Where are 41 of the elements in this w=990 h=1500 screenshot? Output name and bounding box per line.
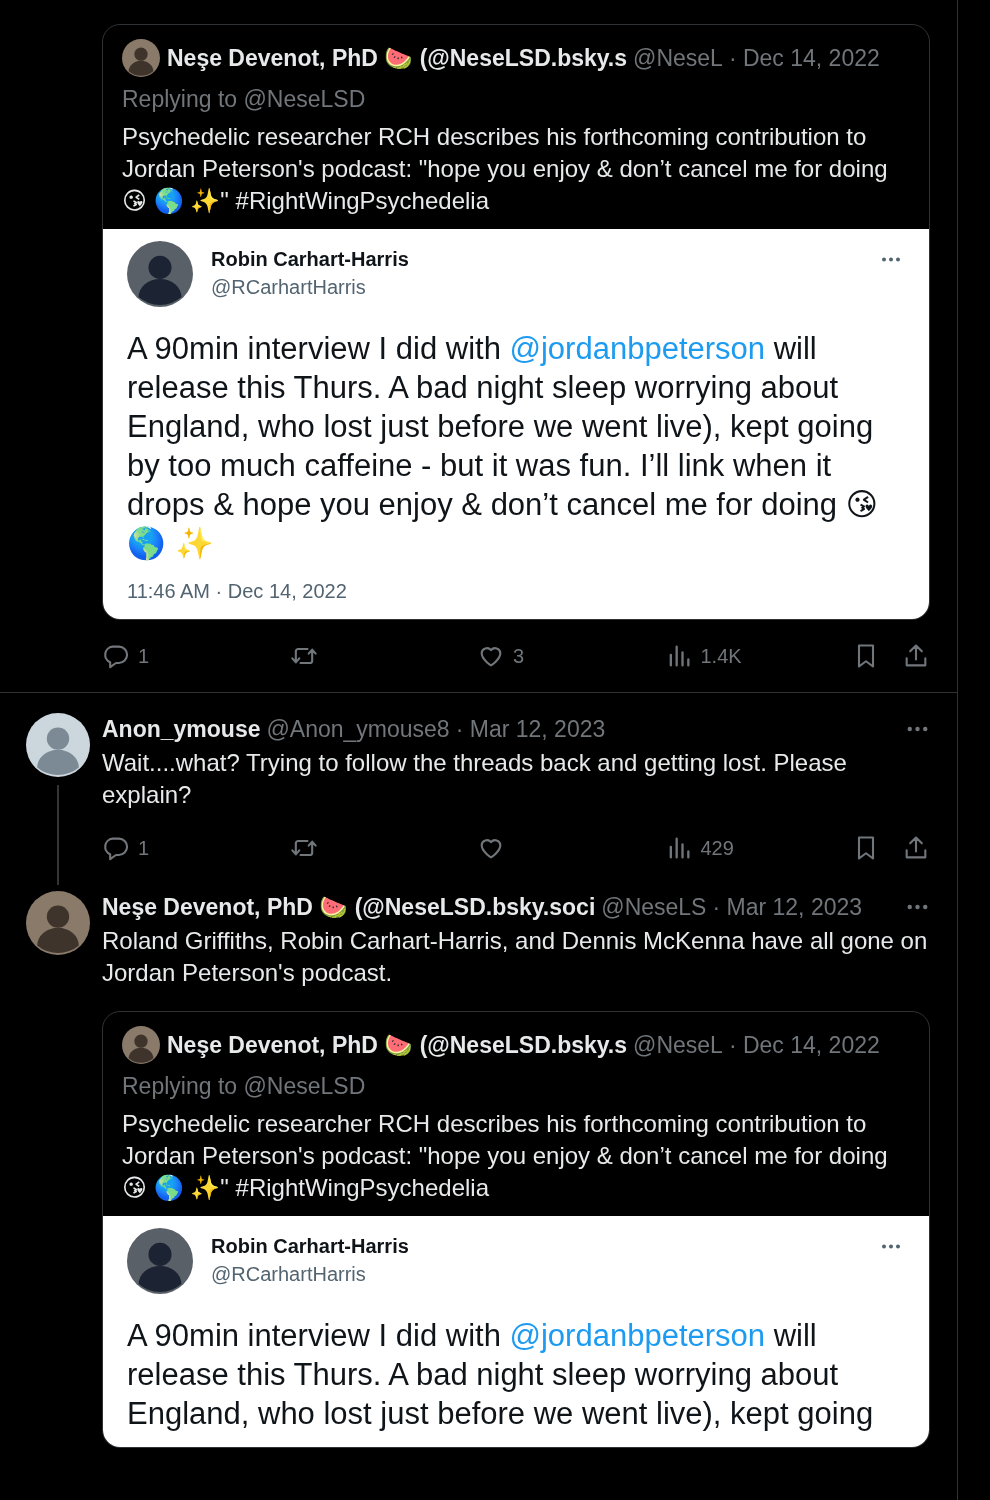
tweet-text: A 90min interview I did with @jordanbpeterson will release this Thurs. A bad night sleep worrying about England, who lost just before we went live), kept going by too much caffeine - but it was fun. I’ll link when it drops & hope you enjoy & don’t cancel me for doing 😘 🌎 ✨ bbox=[127, 330, 879, 563]
author-name: Robin Carhart-Harris bbox=[211, 1234, 409, 1259]
views-button[interactable]: 1.4K bbox=[664, 642, 852, 670]
timestamp: 11:46 AM · Dec 14, 2022 bbox=[127, 579, 348, 604]
author-name[interactable]: Neşe Devenot, PhD 🍉 (@NeseLSD.bsky.s bbox=[167, 42, 628, 74]
author-handle: @RCarhartHarris bbox=[211, 275, 367, 300]
author-name: Robin Carhart-Harris bbox=[211, 247, 409, 272]
reply-button[interactable]: 1 bbox=[102, 834, 290, 862]
author-name[interactable]: Neşe Devenot, PhD 🍉 (@NeseLSD.bsky.soci bbox=[102, 891, 596, 923]
post-date: · Mar 12, 2023 bbox=[455, 715, 606, 744]
author-handle: @Anon_ymouse8 bbox=[266, 715, 450, 744]
like-button[interactable]: 3 bbox=[477, 642, 665, 670]
post-date: · Dec 14, 2022 bbox=[728, 1031, 880, 1060]
author-handle: @NeseL bbox=[633, 44, 723, 73]
reply-button[interactable]: 1 bbox=[102, 642, 290, 670]
more-icon bbox=[881, 257, 901, 262]
replying-to: Replying to @NeseLSD bbox=[122, 85, 367, 114]
replying-to: Replying to @NeseLSD bbox=[122, 1072, 367, 1101]
mention-link[interactable]: @jordanbpeterson bbox=[509, 1318, 766, 1353]
views-button[interactable]: 429 bbox=[664, 834, 852, 862]
more-icon[interactable] bbox=[907, 726, 928, 732]
post-text: Wait....what? Trying to follow the threads back and getting lost. Please explain? bbox=[102, 748, 848, 810]
author-handle: @RCarhartHarris bbox=[211, 1262, 367, 1287]
tweet-text: A 90min interview I did with @jordanbpeterson will release this Thurs. A bad night sleep worrying about England, who lost just before we went live), kept going bbox=[127, 1317, 875, 1433]
post-text: Psychedelic researcher RCH describes his forthcoming contribution to Jordan Peterson's podcast: "hope you enjoy & don’t cancel me for doing 😘 🌎 ✨" #RightWingPsychedelia bbox=[122, 1109, 889, 1203]
post-date: · Dec 14, 2022 bbox=[728, 44, 880, 73]
avatar-icon[interactable] bbox=[127, 1228, 193, 1294]
post-text: Psychedelic researcher RCH describes his forthcoming contribution to Jordan Peterson's podcast: "hope you enjoy & don’t cancel me for doing 😘 🌎 ✨" #RightWingPsychedelia bbox=[122, 122, 889, 216]
author-handle: @NeseL bbox=[633, 1031, 723, 1060]
post-text: Roland Griffiths, Robin Carhart-Harris, and Dennis McKenna have all gone on Jordan Peterson's podcast. bbox=[102, 926, 929, 988]
mention-link[interactable]: @jordanbpeterson bbox=[509, 331, 766, 366]
author-name[interactable]: Anon_ymouse bbox=[102, 713, 261, 745]
avatar-icon[interactable] bbox=[26, 713, 90, 777]
quoted-post[interactable] bbox=[102, 24, 930, 620]
more-icon bbox=[881, 1244, 901, 1249]
post-date: · Mar 12, 2023 bbox=[712, 893, 863, 922]
author-name[interactable]: Neşe Devenot, PhD 🍉 (@NeseLSD.bsky.s bbox=[167, 1029, 628, 1061]
author-handle: @NeseLS bbox=[601, 893, 707, 922]
quoted-post[interactable] bbox=[102, 1011, 930, 1448]
avatar-icon[interactable] bbox=[127, 241, 193, 307]
more-icon[interactable] bbox=[907, 904, 928, 910]
